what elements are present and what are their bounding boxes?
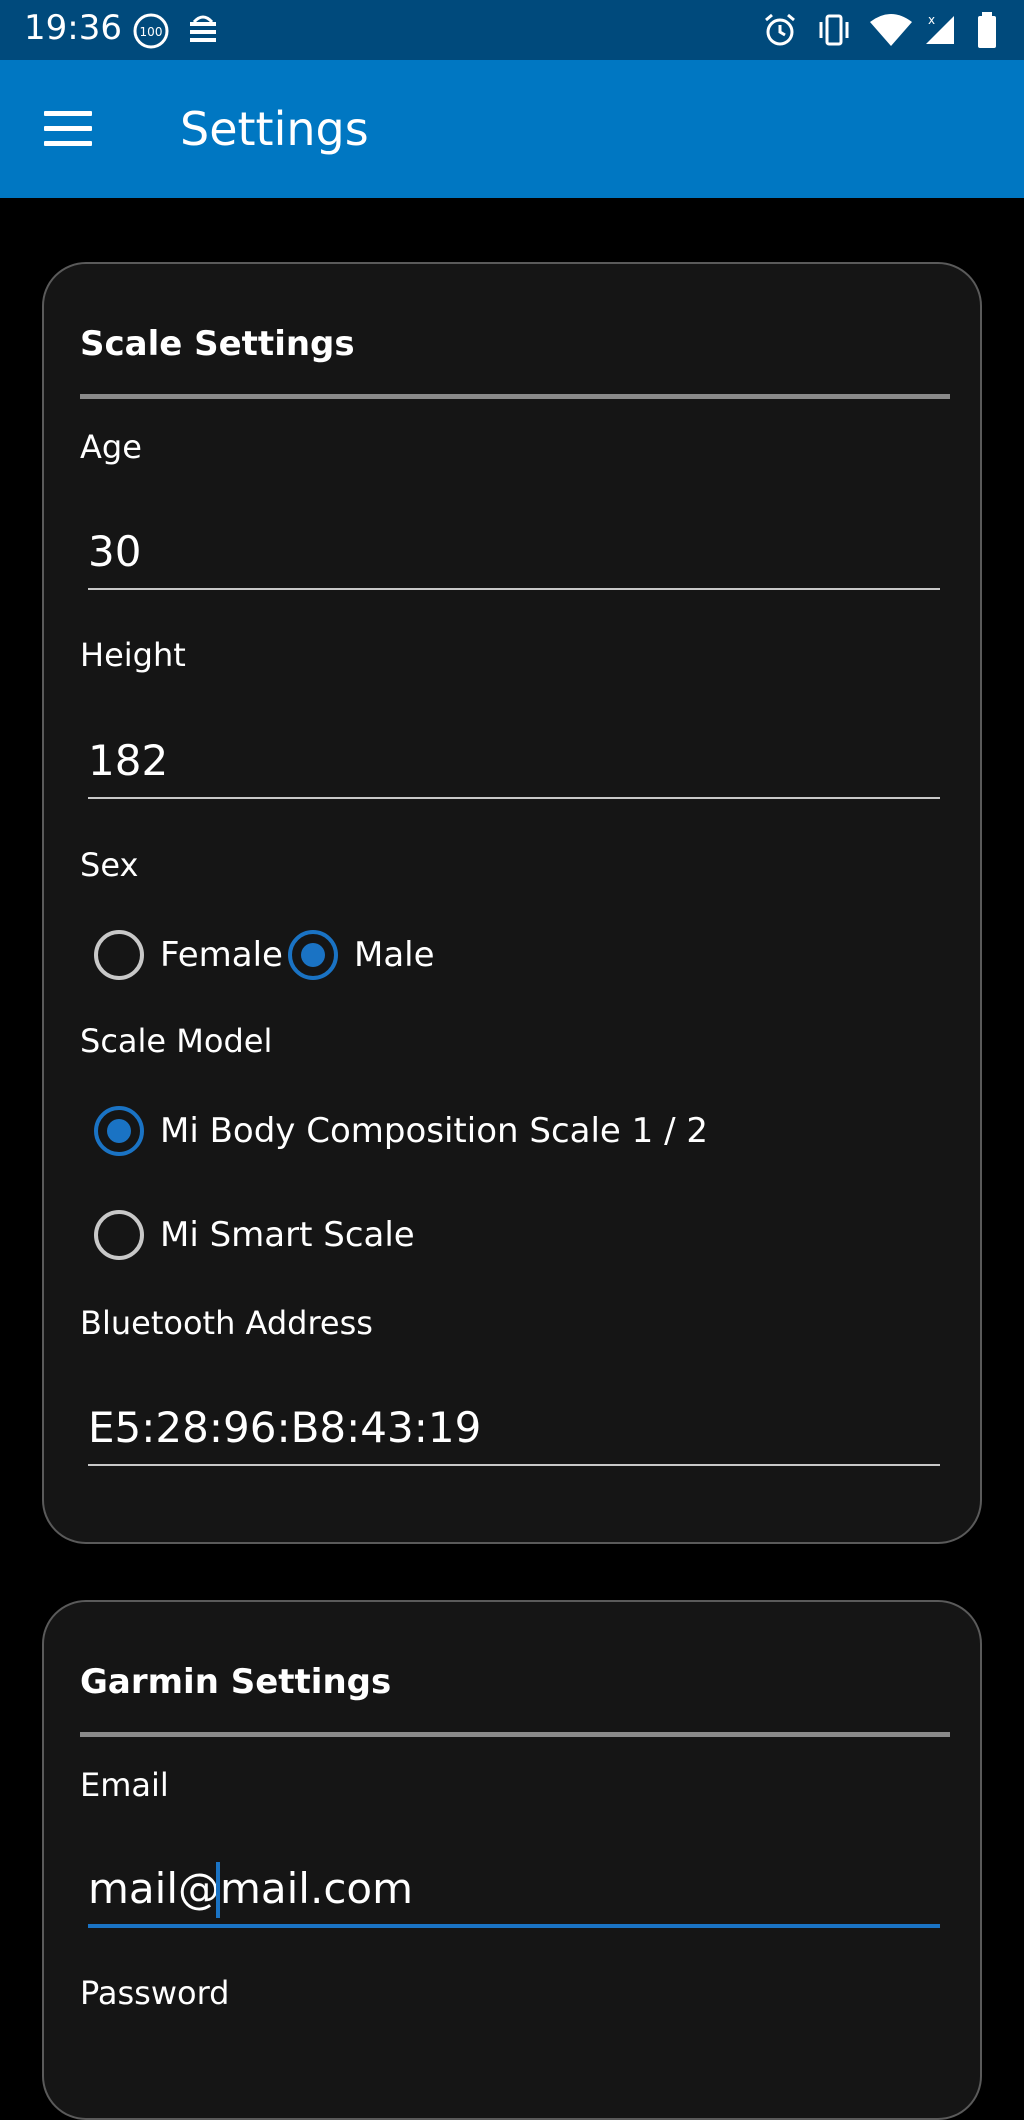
vibrate-icon [819,14,849,46]
scale-model-radio-mi-body-composition[interactable]: Mi Body Composition Scale 1 / 2 [94,1106,708,1156]
page-title: Settings [180,102,369,156]
password-label: Password [80,1974,230,2012]
hamburger-menu-icon[interactable] [44,111,94,147]
network-speed-icon [190,15,216,42]
sex-male-label: Male [354,935,435,975]
sex-radio-female[interactable]: Female [94,930,283,980]
alarm-icon [765,13,795,46]
radio-checked-icon [94,1106,144,1156]
wifi-icon [870,14,912,46]
age-input[interactable] [88,514,940,590]
sex-female-label: Female [160,935,283,975]
garmin-settings-title: Garmin Settings [80,1662,392,1702]
cell-signal-icon: x [926,13,954,44]
garmin-settings-card: Garmin Settings Email Password [42,1600,982,2120]
email-label: Email [80,1766,169,1804]
garmin-settings-divider [80,1732,950,1737]
radio-unchecked-icon [94,930,144,980]
svg-text:x: x [928,13,935,27]
sex-radio-male[interactable]: Male [288,930,435,980]
scale-model-radio-mi-smart-scale[interactable]: Mi Smart Scale [94,1210,415,1260]
age-label: Age [80,428,142,466]
svg-text:100: 100 [140,25,163,39]
scale-settings-card: Scale Settings Age Height Sex Female Mal… [42,262,982,1544]
scale-model-option-label: Mi Smart Scale [160,1215,415,1255]
height-input[interactable] [88,723,940,799]
height-label: Height [80,636,186,674]
text-cursor [216,1862,220,1918]
scale-settings-divider [80,394,950,399]
sex-label: Sex [80,846,139,884]
scale-model-option-label: Mi Body Composition Scale 1 / 2 [160,1111,708,1151]
scale-model-label: Scale Model [80,1022,273,1060]
bluetooth-address-label: Bluetooth Address [80,1304,373,1342]
battery-icon [978,12,996,48]
status-time: 19:36 [24,8,122,48]
scale-settings-title: Scale Settings [80,324,355,364]
status-bar: 19:36 100 x [0,0,1024,60]
radio-unchecked-icon [94,1210,144,1260]
app-bar: Settings [0,60,1024,198]
bluetooth-address-input[interactable] [88,1390,940,1466]
radio-checked-icon [288,930,338,980]
battery-100-badge-icon: 100 [133,13,169,49]
